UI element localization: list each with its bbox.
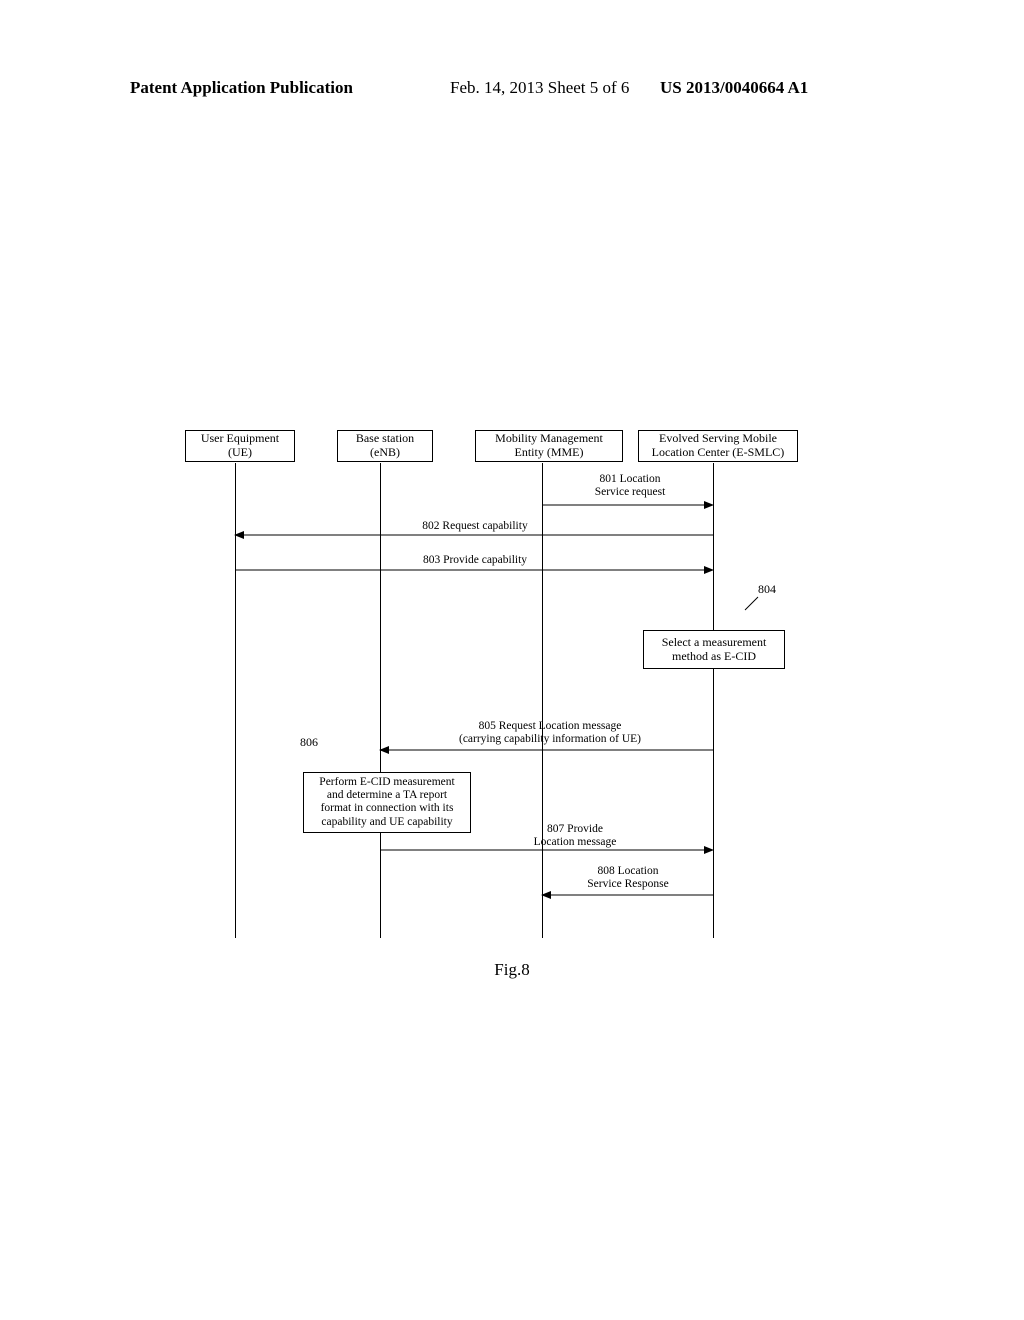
note-806-a: Perform E-CID measurement	[308, 776, 466, 789]
label-808-b: Service Response	[563, 878, 693, 891]
label-808-a: 808 Location	[563, 865, 693, 878]
figure-caption: Fig.8	[0, 960, 1024, 980]
label-805: 805 Request Location message (carrying c…	[415, 720, 685, 746]
header-mid: Feb. 14, 2013 Sheet 5 of 6	[450, 78, 629, 98]
label-808: 808 Location Service Response	[563, 865, 693, 891]
header-left: Patent Application Publication	[130, 78, 353, 98]
label-807: 807 Provide Location message	[515, 823, 635, 849]
sequence-diagram: User Equipment (UE) Base station (eNB) M…	[185, 430, 845, 950]
note-804-b: method as E-CID	[650, 649, 778, 663]
header-right: US 2013/0040664 A1	[660, 78, 808, 98]
label-805-a: 805 Request Location message	[415, 720, 685, 733]
label-807-a: 807 Provide	[515, 823, 635, 836]
arrows-svg	[185, 430, 845, 950]
label-801: 801 Location Service request	[565, 473, 695, 499]
label-803: 803 Provide capability	[365, 554, 585, 567]
label-802: 802 Request capability	[365, 520, 585, 533]
label-807-b: Location message	[515, 836, 635, 849]
note-806-c: format in connection with its	[308, 802, 466, 815]
note-806-b: and determine a TA report	[308, 789, 466, 802]
note-806: Perform E-CID measurement and determine …	[303, 772, 471, 833]
ref-806: 806	[300, 735, 318, 750]
note-804: Select a measurement method as E-CID	[643, 630, 785, 669]
label-801-b: Service request	[565, 486, 695, 499]
label-805-b: (carrying capability information of UE)	[415, 733, 685, 746]
note-806-d: capability and UE capability	[308, 816, 466, 829]
ref-804: 804	[758, 582, 776, 597]
note-804-a: Select a measurement	[650, 635, 778, 649]
label-801-a: 801 Location	[565, 473, 695, 486]
